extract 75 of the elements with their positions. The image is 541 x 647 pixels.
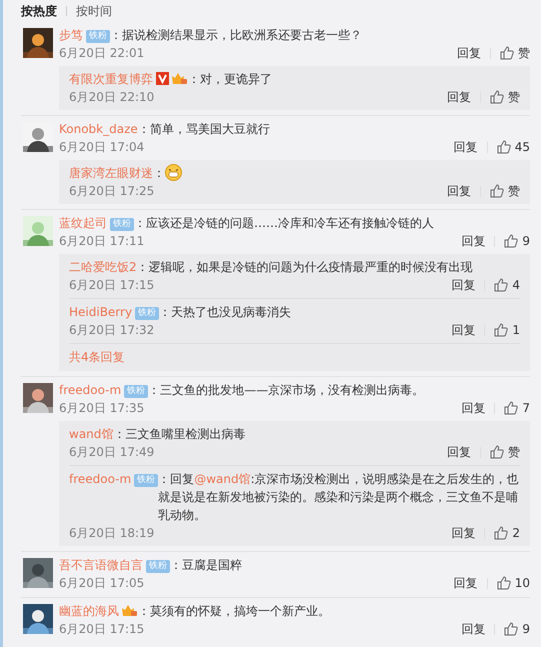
- avatar[interactable]: [23, 558, 53, 588]
- like-button[interactable]: 45: [496, 140, 530, 154]
- timestamp: 6月20日 22:10: [69, 88, 156, 106]
- comment-text: ：应该还是冷链的问题……冷库和冷车还有接触冷链的人: [134, 215, 435, 232]
- avatar[interactable]: [23, 604, 53, 634]
- thumbs-up-icon: [496, 140, 511, 154]
- like-button[interactable]: 赞: [490, 444, 520, 460]
- fan-badge: 铁粉: [110, 218, 134, 231]
- comment-text: ：豆腐是国粹: [170, 557, 243, 574]
- avatar[interactable]: [23, 383, 53, 413]
- fan-badge: 铁粉: [135, 307, 160, 320]
- reply-link[interactable]: 回复: [461, 232, 486, 250]
- fan-badge: 铁粉: [86, 30, 110, 43]
- reply-link[interactable]: 回复: [461, 400, 486, 416]
- thumbs-up-icon: [490, 445, 504, 459]
- fan-badge: 铁粉: [124, 385, 148, 398]
- comment-text: ：天热了也没见病毒消失: [159, 304, 292, 321]
- thumbs-up-icon: [504, 401, 518, 415]
- like-button[interactable]: 7: [504, 401, 530, 415]
- like-button[interactable]: 9: [504, 622, 530, 636]
- timestamp: 6月20日 17:15: [59, 620, 146, 638]
- sort-tab[interactable]: 按热度: [21, 2, 57, 20]
- like-button[interactable]: 1: [494, 323, 520, 337]
- reply-link[interactable]: 回复: [447, 182, 471, 200]
- fan-badge: 铁粉: [146, 560, 170, 573]
- like-button[interactable]: 赞: [490, 88, 520, 106]
- crown-icon: [171, 72, 188, 85]
- reply-link[interactable]: 回复: [457, 44, 481, 62]
- timestamp: 6月20日 17:49: [69, 444, 156, 460]
- reply-link[interactable]: 回复: [451, 322, 476, 338]
- thumbs-up-icon: [494, 323, 508, 337]
- crown-icon: [121, 604, 138, 617]
- comment-text: ：莫须有的怀疑，搞垮一个新产业。: [138, 603, 331, 620]
- timestamp: 6月20日 22:01: [59, 44, 146, 62]
- thumbs-up-icon: [494, 526, 508, 540]
- timestamp: 6月20日 17:25: [69, 182, 156, 200]
- reply-link[interactable]: 回复: [451, 276, 476, 294]
- comment-text: ：对，更诡异了: [188, 71, 273, 88]
- colon: ：: [153, 166, 165, 180]
- thumbs-up-icon: [496, 576, 511, 590]
- timestamp: 6月20日 17:05: [59, 574, 146, 592]
- reply-link[interactable]: 回复: [454, 574, 478, 592]
- verified-icon: [156, 72, 169, 85]
- thumbs-up-icon: [490, 90, 504, 104]
- like-button[interactable]: 赞: [500, 44, 530, 62]
- like-button[interactable]: 10: [496, 576, 530, 590]
- avatar[interactable]: [23, 28, 53, 58]
- sort-tab[interactable]: 按时间: [76, 2, 112, 20]
- thumbs-up-icon: [500, 46, 514, 60]
- reply-link[interactable]: 回复: [447, 444, 471, 460]
- comment-text: ：据说检测结果显示，比欧洲系还要古老一些？: [110, 27, 363, 44]
- timestamp: 6月20日 18:19: [69, 524, 156, 542]
- thumbs-up-icon: [504, 622, 518, 636]
- thumbs-up-icon: [504, 234, 518, 248]
- reply-link[interactable]: 回复: [447, 88, 471, 106]
- comment-text: ：回复@wand馆:京深市场没检测出，说明感染是在之后发生的，也就是说是在新发地被污染的。感染和污染是两个概念，三文鱼不是哺乳动物。: [158, 471, 520, 524]
- comment-text: ：简单，骂美国大豆就行: [138, 121, 271, 138]
- like-button[interactable]: 9: [504, 234, 530, 248]
- reply-link[interactable]: 回复: [461, 620, 486, 638]
- thumbs-up-icon: [494, 278, 508, 292]
- comment-text: ：三文鱼的批发地——京深市场，没有检测出病毒。: [148, 382, 426, 399]
- timestamp: 6月20日 17:35: [59, 400, 146, 416]
- like-button[interactable]: 4: [494, 278, 520, 292]
- thumbs-up-icon: [490, 184, 504, 198]
- reply-link[interactable]: 回复: [451, 524, 476, 542]
- fan-badge: 铁粉: [134, 474, 158, 487]
- reply-link[interactable]: 回复: [454, 138, 478, 156]
- timestamp: 6月20日 17:11: [59, 232, 146, 250]
- timestamp: 6月20日 17:04: [59, 138, 146, 156]
- comment-text: ：逻辑呢，如果是冷链的问题为什么疫情最严重的时候没有出现: [136, 259, 474, 276]
- timestamp: 6月20日 17:32: [69, 322, 156, 338]
- comment-text: ：三文鱼嘴里检测出病毒: [113, 426, 246, 443]
- timestamp: 6月20日 17:15: [69, 276, 156, 294]
- like-button[interactable]: 2: [494, 526, 520, 540]
- like-button[interactable]: 赞: [490, 182, 520, 200]
